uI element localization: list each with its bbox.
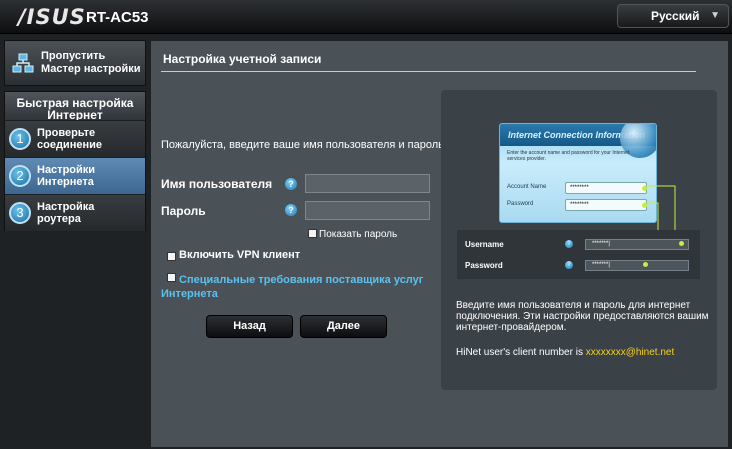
vpn-client-label: Включить VPN клиент [179,249,301,261]
example-username-field: *******| [585,239,689,250]
credentials-example: Username ? *******| Password ? *******| [457,230,700,279]
help-icon: ? [565,240,573,248]
top-bar: /ISUS RT-AC53 Русский ▼ [0,0,732,34]
step-label-line1: Проверьте [37,127,96,139]
step-number: 2 [9,165,31,187]
connector-dot [679,241,684,246]
instructions-text: Пожалуйста, введите ваше имя пользовател… [161,139,444,151]
asus-logo: /ISUS [18,5,86,29]
step-internet-settings[interactable]: 2 Настройки Интернета [5,157,145,194]
step-check-connection[interactable]: 1 Проверьте соединение [5,120,145,157]
step-number: 1 [9,128,31,150]
step-label-line1: Настройки [37,164,96,176]
isp-requirements-link[interactable]: Специальные требования поставщика услуг … [161,273,423,301]
show-password-label: Показать пароль [319,229,398,240]
example-username-label: Username [465,240,504,249]
skip-wizard-button[interactable]: Пропустить Мастер настройки [4,40,146,86]
username-label: Имя пользователя [161,177,273,191]
chevron-down-icon: ▼ [710,10,720,21]
help-icon: ? [565,261,573,269]
isp-requirements-line2: Интернета [161,288,218,300]
password-field[interactable] [305,201,430,220]
password-label: Пароль [161,204,206,218]
quick-setup-steps: Быстрая настройка Интернет 1 Проверьте с… [4,91,146,231]
username-field[interactable] [305,174,430,193]
hinet-note: HiNet user's client number is xxxxxxxx@h… [456,347,674,358]
step-number: 3 [9,202,31,224]
step-label-line2: соединение [37,139,102,151]
quick-setup-title: Быстрая настройка Интернет [5,92,145,120]
next-button[interactable]: Далее [300,315,387,338]
help-icon[interactable]: ? [285,204,297,216]
example-password-field: *******| [585,260,689,271]
step-label: Настройки Интернета [37,164,95,188]
language-label: Русский [651,9,700,23]
back-button[interactable]: Назад [206,315,293,338]
language-select[interactable]: Русский ▼ [617,4,729,28]
step-label-line2: роутера [37,213,81,225]
example-password-label: Password [465,261,503,270]
step-label: Проверьте соединение [37,127,102,151]
network-icon [12,53,34,73]
step-label: Настройка роутера [37,201,94,225]
show-password-checkbox[interactable] [308,229,317,238]
isp-requirements-line1: Специальные требования поставщика услуг [179,274,424,286]
skip-wizard-label: Пропустить Мастер настройки [41,50,141,75]
connector-dot [643,262,648,267]
main-panel: Настройка учетной записи Пожалуйста, вве… [151,41,728,447]
step-label-line2: Интернета [37,176,94,188]
help-icon[interactable]: ? [285,178,297,190]
step-router-setup[interactable]: 3 Настройка роутера [5,194,145,231]
step-label-line1: Настройка [37,201,95,213]
hinet-prefix: HiNet user's client number is [456,347,583,358]
vpn-client-checkbox[interactable] [167,252,176,261]
divider [161,71,696,72]
page-title: Настройка учетной записи [163,52,322,66]
help-info-panel: Internet Connection Information Enter th… [441,90,717,390]
model-name: RT-AC53 [86,9,149,26]
info-description: Введите имя пользователя и пароль для ин… [456,300,709,333]
hinet-value: xxxxxxxx@hinet.net [585,347,675,358]
